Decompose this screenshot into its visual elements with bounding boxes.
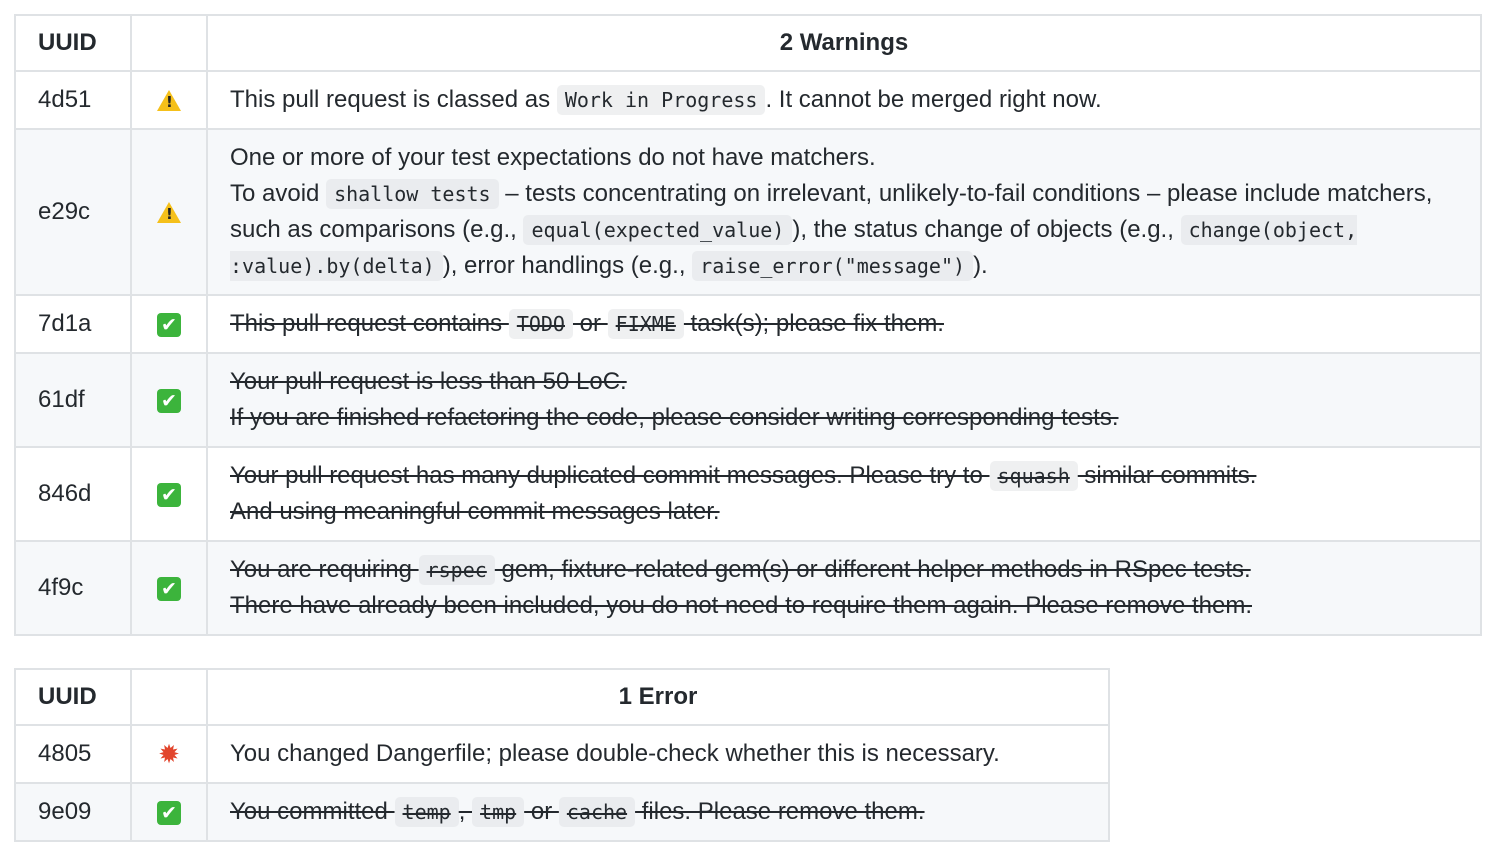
row-status-cell: ✔: [130, 782, 208, 842]
message-text: Your pull request has many duplicated co…: [230, 462, 990, 489]
code-span: TODO: [508, 309, 573, 339]
code-span: raise_error("message"): [692, 251, 974, 281]
message-text: This pull request is classed as: [230, 86, 557, 113]
message-text: ), the status change of objects (e.g.,: [792, 216, 1181, 243]
code-span: squash: [989, 461, 1078, 491]
message-text: And using meaningful commit messages lat…: [230, 498, 720, 525]
row-uuid: e29c: [14, 128, 132, 296]
table-row: 7d1a ✔ This pull request contains TODO or …: [14, 294, 1482, 354]
table-row: 4805 ✹ You changed Dangerfile; please doub…: [14, 724, 1110, 784]
row-status-cell: ✹: [130, 724, 208, 784]
message-line: Your pull request has many duplicated co…: [230, 458, 1458, 494]
row-status-cell: ✔: [130, 446, 208, 542]
table-row: e29c One or more of your test expectation…: [14, 128, 1482, 296]
message-text: This pull request contains: [230, 310, 509, 337]
code-span: temp: [394, 797, 459, 827]
warning-icon: [157, 202, 181, 224]
uuid-column-header: UUID: [14, 668, 132, 726]
code-span: shallow tests: [326, 179, 499, 209]
row-message: This pull request contains TODO or FIXME…: [206, 294, 1482, 354]
message-text: There have already been included, you do…: [230, 592, 1252, 619]
uuid-column-header: UUID: [14, 14, 132, 72]
row-status-cell: ✔: [130, 352, 208, 448]
icon-column-header: [130, 668, 208, 726]
message-text: files. Please remove them.: [635, 798, 925, 825]
message-text: Your pull request is less than 50 LoC.: [230, 368, 627, 395]
message-line: And using meaningful commit messages lat…: [230, 494, 1458, 530]
message-text: or: [524, 798, 559, 825]
icon-column-header: [130, 14, 208, 72]
message-line: One or more of your test expectations do…: [230, 140, 1458, 176]
table-row: 846d ✔ Your pull request has many duplicat…: [14, 446, 1482, 542]
message-line: Your pull request is less than 50 LoC.: [230, 364, 1458, 400]
message-text: ,: [458, 798, 473, 825]
row-uuid: 4d51: [14, 70, 132, 130]
message-text: One or more of your test expectations do…: [230, 144, 876, 171]
table-row: 4d51 This pull request is classed as Work…: [14, 70, 1482, 130]
row-message: This pull request is classed as Work in …: [206, 70, 1482, 130]
code-span: cache: [558, 797, 636, 827]
row-uuid: 9e09: [14, 782, 132, 842]
check-icon: ✔: [157, 800, 181, 825]
check-icon: ✔: [157, 482, 181, 507]
message-text: or: [572, 310, 608, 337]
warnings-body: 4d51 This pull request is classed as Work…: [14, 70, 1482, 636]
message-text: gem, fixture-related gem(s) or different…: [494, 556, 1251, 583]
row-message: You changed Dangerfile; please double-ch…: [206, 724, 1110, 784]
collision-icon: ✹: [158, 739, 180, 770]
message-line: There have already been included, you do…: [230, 588, 1458, 624]
message-text: ).: [973, 252, 988, 279]
message-text: task(s); please fix them.: [683, 310, 944, 337]
warnings-title: 2 Warnings: [206, 14, 1482, 72]
errors-table: UUID 1 Error 4805 ✹ You changed Dangerfile…: [14, 668, 1110, 842]
message-text: To avoid: [230, 180, 327, 207]
warnings-header-row: UUID 2 Warnings: [14, 14, 1482, 72]
row-uuid: 846d: [14, 446, 132, 542]
errors-header-row: UUID 1 Error: [14, 668, 1110, 726]
table-row: 61df ✔ Your pull request is less than 50 L…: [14, 352, 1482, 448]
code-span: tmp: [472, 797, 525, 827]
code-span: Work in Progress: [556, 85, 766, 115]
message-line: If you are finished refactoring the code…: [230, 400, 1458, 436]
code-span: rspec: [418, 555, 495, 585]
check-icon: ✔: [157, 576, 181, 601]
row-uuid: 61df: [14, 352, 132, 448]
row-message: Your pull request is less than 50 LoC. If…: [206, 352, 1482, 448]
errors-body: 4805 ✹ You changed Dangerfile; please doub…: [14, 724, 1110, 842]
row-message: One or more of your test expectations do…: [206, 128, 1482, 296]
message-line: This pull request is classed as Work in …: [230, 82, 1458, 118]
message-text: ), error handlings (e.g.,: [442, 252, 693, 279]
errors-title: 1 Error: [206, 668, 1110, 726]
message-text: You are requiring: [230, 556, 419, 583]
row-message: You are requiring rspec gem, fixture-rel…: [206, 540, 1482, 636]
row-message: You committed temp, tmp or cache files. …: [206, 782, 1110, 842]
row-status-cell: [130, 70, 208, 130]
check-icon: ✔: [157, 388, 181, 413]
check-icon: ✔: [157, 312, 181, 337]
row-status-cell: ✔: [130, 540, 208, 636]
message-line: To avoid shallow tests – tests concentra…: [230, 176, 1458, 284]
row-message: Your pull request has many duplicated co…: [206, 446, 1482, 542]
row-status-cell: ✔: [130, 294, 208, 354]
row-uuid: 4f9c: [14, 540, 132, 636]
message-text: You changed Dangerfile; please double-ch…: [230, 740, 1000, 767]
table-row: 9e09 ✔ You committed temp, tmp or cache fi…: [14, 782, 1110, 842]
warnings-table: UUID 2 Warnings 4d51 This pull request is…: [14, 14, 1482, 636]
table-row: 4f9c ✔ You are requiring rspec gem, fixtur…: [14, 540, 1482, 636]
message-line: You are requiring rspec gem, fixture-rel…: [230, 552, 1458, 588]
message-text: . It cannot be merged right now.: [765, 86, 1102, 113]
row-uuid: 7d1a: [14, 294, 132, 354]
message-text: You committed: [230, 798, 395, 825]
row-uuid: 4805: [14, 724, 132, 784]
warning-icon: [157, 90, 181, 112]
row-status-cell: [130, 128, 208, 296]
message-line: You changed Dangerfile; please double-ch…: [230, 736, 1086, 772]
code-span: FIXME: [607, 309, 684, 339]
message-line: This pull request contains TODO or FIXME…: [230, 306, 1458, 342]
message-text: If you are finished refactoring the code…: [230, 404, 1119, 431]
message-line: You committed temp, tmp or cache files. …: [230, 794, 1086, 830]
message-text: similar commits.: [1077, 462, 1257, 489]
code-span: equal(expected_value): [523, 215, 793, 245]
